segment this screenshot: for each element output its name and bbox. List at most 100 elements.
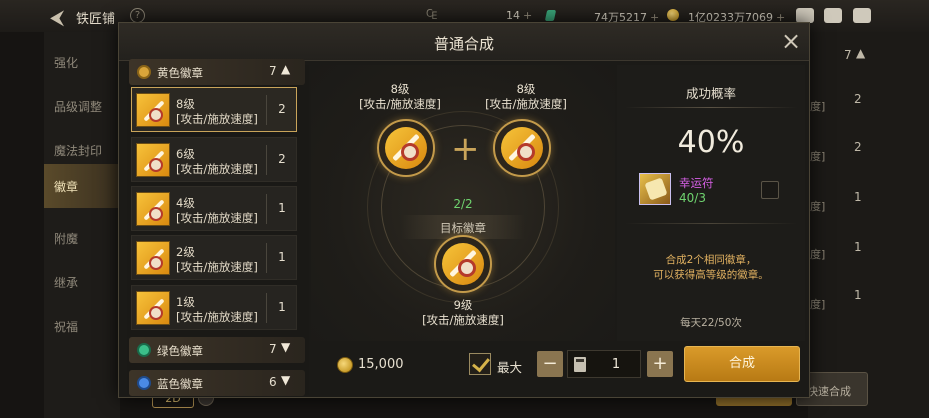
currency-g-icon: ₠ [426, 8, 438, 23]
emblem-icon [442, 243, 484, 285]
menu-item-enhance[interactable]: 强化 [44, 40, 120, 84]
blacksmith-screen: ⮜ 铁匠铺 ? ₠ 14 + 74万5217 + 1亿0233万7069 + 强化 品… [0, 0, 929, 418]
daily-limit: 每天22/50次 [680, 317, 742, 329]
chevron-down-icon: ▼ [281, 373, 291, 387]
blue-dot-icon [137, 376, 151, 390]
quantity-input[interactable]: 1 [567, 350, 641, 378]
calculator-icon[interactable] [574, 357, 586, 372]
item-desc: [攻击/施放速度] [176, 162, 258, 176]
menu-item-enchant[interactable]: 附魔 [44, 216, 120, 260]
max-checkbox[interactable] [469, 353, 491, 375]
item-level: 8级 [176, 97, 195, 111]
bg-row-count: 2 [854, 140, 862, 154]
result-slot[interactable] [434, 235, 492, 293]
bg-row-text: 度] [810, 248, 826, 261]
emblem-icon [501, 127, 543, 169]
decrease-button[interactable]: − [537, 351, 563, 377]
background-emblem-list: 7 ▲ 度] 2 度] 2 度] 1 度] 1 度] 1 [808, 32, 929, 418]
lucky-charm-name: 幸运符 [679, 176, 714, 190]
mail-icon[interactable] [824, 8, 842, 23]
category-count: 7 [269, 64, 277, 78]
category-green[interactable]: 绿色徽章 7 ▼ [129, 337, 305, 363]
right-slot-level: 8级 [516, 82, 536, 96]
help-icon[interactable]: ? [130, 8, 145, 23]
category-count: 7 [269, 342, 277, 356]
divider [625, 223, 797, 224]
synth-button[interactable]: 合成 [684, 346, 800, 382]
divider [625, 107, 797, 108]
close-icon[interactable]: × [779, 29, 803, 53]
back-arrow-icon[interactable]: ⮜ [50, 5, 64, 29]
result-level: 9级 [453, 298, 473, 312]
screen-title: 铁匠铺 [76, 12, 116, 27]
item-desc: [攻击/施放速度] [176, 260, 258, 274]
chevron-up-icon: ▲ [281, 62, 291, 76]
emblem-icon [136, 241, 170, 275]
hint-line: 合成2个相同徽章， [665, 254, 757, 266]
bg-row-count: 2 [854, 92, 862, 106]
item-level: 1级 [176, 295, 195, 309]
material-slot-right[interactable] [493, 119, 551, 177]
category-name: 蓝色徽章 [157, 377, 203, 391]
right-slot-desc: [攻击/施放速度] [485, 97, 567, 111]
success-rate-title: 成功概率 [685, 86, 736, 101]
item-desc: [攻击/施放速度] [176, 112, 258, 126]
yellow-dot-icon [137, 65, 151, 79]
category-blue[interactable]: 蓝色徽章 6 ▼ [129, 370, 305, 396]
menu-item-emblem[interactable]: 徽章 [44, 164, 120, 208]
bg-row-text: 度] [810, 200, 826, 213]
material-slot-left[interactable] [377, 119, 435, 177]
item-count: 2 [278, 102, 286, 116]
hint-line: 可以获得高等级的徽章。 [653, 269, 769, 281]
green-dot-icon [137, 343, 151, 357]
item-level: 2级 [176, 245, 195, 259]
bg-category-count: 7 [844, 48, 852, 62]
chat-icon[interactable] [853, 8, 871, 23]
list-item[interactable]: 1级 [攻击/施放速度] 1 [131, 285, 297, 330]
left-menu: 强化 品级调整 魔法封印 徽章 附魔 继承 祝福 [44, 32, 120, 418]
bg-row-text: 度] [810, 150, 826, 163]
lucky-charm-count: 40/3 [679, 191, 706, 205]
result-desc: [攻击/施放速度] [422, 313, 504, 327]
bg-row-count: 1 [854, 288, 862, 302]
material-progress: 2/2 [453, 197, 473, 211]
category-name: 绿色徽章 [157, 344, 203, 358]
gold-coin-icon [667, 9, 679, 21]
cauldron-icon[interactable] [796, 8, 814, 23]
category-yellow[interactable]: 黄色徽章 7 ▲ [129, 59, 305, 85]
synth-dialog: 普通合成 × 黄色徽章 7 ▲ 8级 [攻击/施放速度] 2 6级 [攻击/施放… [118, 22, 810, 398]
list-item[interactable]: 4级 [攻击/施放速度] 1 [131, 186, 297, 231]
emblem-icon [385, 127, 427, 169]
list-item[interactable]: 6级 [攻击/施放速度] 2 [131, 137, 297, 182]
gold-coin-icon [337, 357, 353, 373]
list-item[interactable]: 8级 [攻击/施放速度] 2 [131, 87, 297, 132]
item-count: 1 [278, 250, 286, 264]
bg-row-count: 1 [854, 190, 862, 204]
list-item[interactable]: 2级 [攻击/施放速度] 1 [131, 235, 297, 280]
emblem-list: 黄色徽章 7 ▲ 8级 [攻击/施放速度] 2 6级 [攻击/施放速度] 2 4 [127, 59, 309, 396]
synth-cost: 15,000 [358, 357, 404, 372]
bg-category-chevron: ▲ [856, 46, 866, 60]
left-slot-desc: [攻击/施放速度] [359, 97, 441, 111]
category-count: 6 [269, 375, 277, 389]
menu-item-inherit[interactable]: 继承 [44, 260, 120, 304]
menu-item-grade[interactable]: 品级调整 [44, 84, 120, 128]
dialog-title: 普通合成 [433, 35, 494, 53]
item-count: 1 [278, 201, 286, 215]
synth-hint: 合成2个相同徽章， 可以获得高等级的徽章。 [617, 253, 805, 283]
emblem-icon [136, 143, 170, 177]
bg-row-text: 度] [810, 100, 826, 113]
menu-item-bless[interactable]: 祝福 [44, 304, 120, 348]
increase-button[interactable]: + [647, 351, 673, 377]
chevron-down-icon: ▼ [281, 340, 291, 354]
item-desc: [攻击/施放速度] [176, 211, 258, 225]
target-label: 目标徽章 [440, 221, 486, 235]
bg-row-count: 1 [854, 240, 862, 254]
item-count: 1 [278, 300, 286, 314]
emblem-icon [136, 291, 170, 325]
emblem-icon [136, 93, 170, 127]
lucky-charm-checkbox[interactable] [761, 181, 779, 199]
gem-icon [544, 10, 557, 21]
plus-icon: + [451, 129, 480, 169]
info-panel: 成功概率 40% 幸运符 40/3 合成2个相同徽章， 可以获得高等级的徽章。 … [617, 65, 805, 341]
